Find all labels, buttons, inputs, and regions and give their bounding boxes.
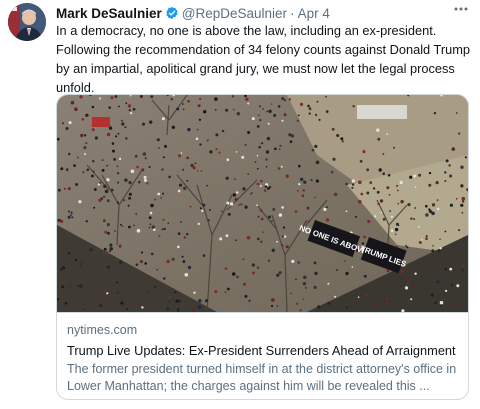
link-card[interactable]: NO ONE IS ABOVE TRUMP LIES nytimes.com T… [56,94,469,400]
card-domain: nytimes.com [67,323,138,337]
tweet-date[interactable]: Apr 4 [298,6,330,21]
tweet-text: In a democracy, no one is above the law,… [56,23,470,95]
separator-dot: · [290,5,295,21]
tweet[interactable]: Mark DeSaulnier @RepDeSaulnier · Apr 4 I… [0,0,480,409]
more-options-icon[interactable] [452,1,470,17]
author-handle[interactable]: @RepDeSaulnier [182,6,287,21]
verified-badge-icon [165,6,179,20]
card-meta[interactable]: nytimes.com Trump Live Updates: Ex-Presi… [57,312,468,399]
card-description: The former president turned himself in a… [67,362,457,393]
card-image[interactable]: NO ONE IS ABOVE TRUMP LIES [57,95,468,312]
tweet-header: Mark DeSaulnier @RepDeSaulnier · Apr 4 [56,4,330,22]
card-headline[interactable]: Trump Live Updates: Ex-President Surrend… [67,343,456,358]
author-name[interactable]: Mark DeSaulnier [56,6,162,21]
author-avatar[interactable] [8,3,46,41]
